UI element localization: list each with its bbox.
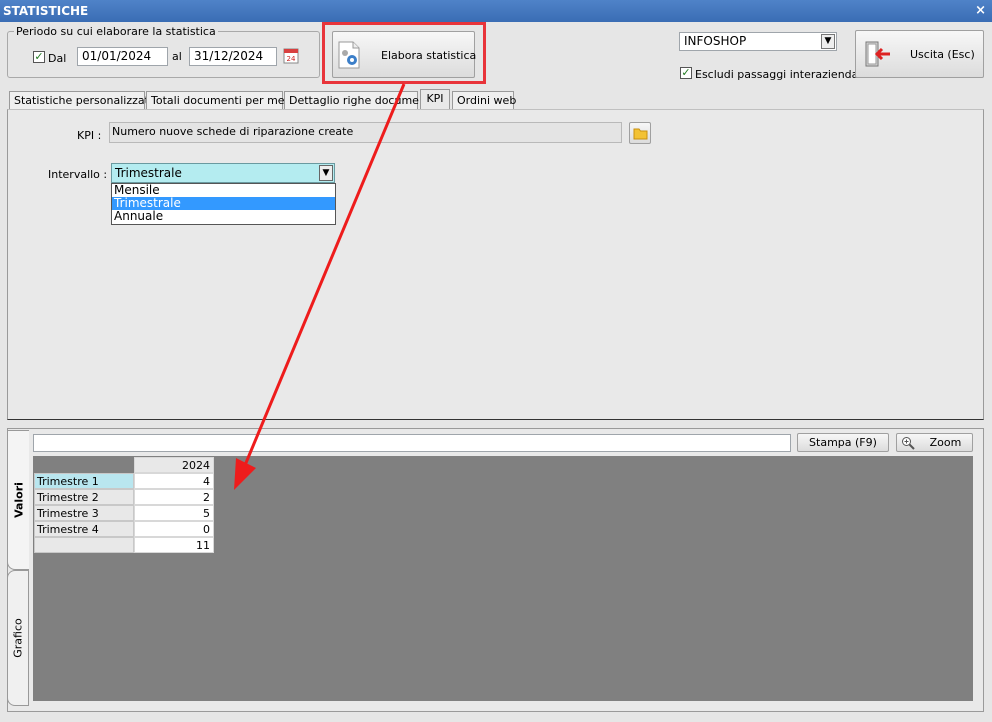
annotation-arrow	[234, 83, 406, 490]
